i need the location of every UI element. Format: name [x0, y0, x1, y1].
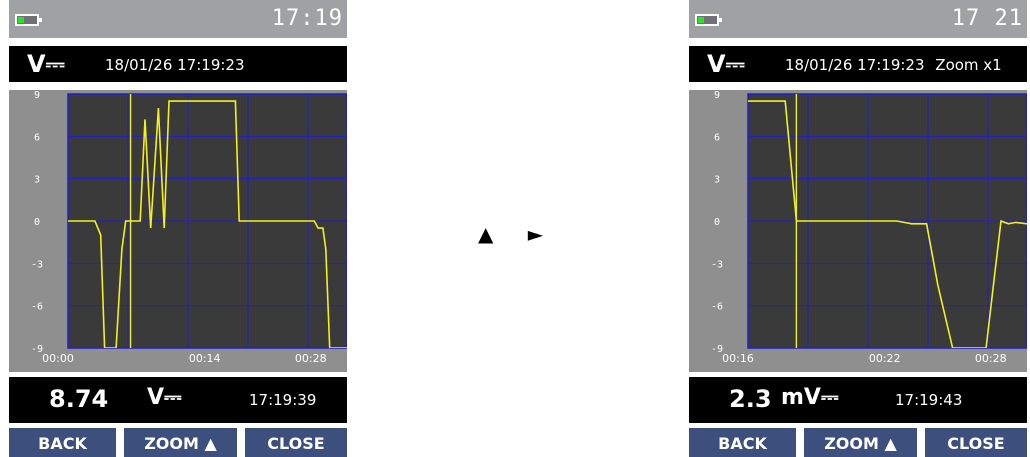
y-tick-label: -6 — [31, 302, 43, 313]
timestamp-text: 18/01/26 17:19:23 — [785, 56, 925, 74]
measurement-header: V⎓ 18/01/26 17:19:23 Zoom x1 — [689, 46, 1027, 82]
trend-chart-svg[interactable]: 9630-3-6-900:00 00:14 00:28 — [9, 90, 347, 372]
y-tick-label: 0 — [34, 217, 40, 228]
close-button[interactable]: CLOSE — [925, 428, 1027, 457]
cursor-readout: 8.74 V⎓ 17:19:39 — [9, 377, 347, 423]
close-button[interactable]: CLOSE — [245, 428, 347, 457]
record-timestamp: 18/01/26 17:19:23 Zoom x1 — [785, 56, 1002, 74]
status-clock: 17 21 — [951, 6, 1023, 31]
zoom-button[interactable]: ZOOM ▲ — [124, 428, 237, 457]
y-tick-label: -3 — [711, 259, 723, 270]
meter-screen-left: 17:19 V⎓ 18/01/26 17:19:23 9 6 3 0 -3 -6 -9 00:… — [9, 0, 347, 457]
trend-plot[interactable]: 9 6 3 0 -3 -6 -9 00:16 00:22 00:28 — [689, 90, 1027, 372]
status-clock: 17:19 — [271, 6, 343, 31]
trend-chart-svg[interactable]: 9630-3-6-900:16 00:22 00:28 — [689, 90, 1027, 372]
readout-unit: V⎓ — [147, 385, 182, 410]
y-tick-label: 9 — [34, 90, 40, 101]
dc-voltage-mode-icon: V⎓ — [27, 50, 65, 78]
record-timestamp: 18/01/26 17:19:23 — [105, 56, 245, 74]
x-tick-label: 00:14 — [189, 352, 221, 365]
y-tick-label: 3 — [34, 175, 40, 186]
y-tick-label: 3 — [714, 175, 720, 186]
battery-icon — [695, 14, 722, 26]
navigation-arrows: ▲ ► — [478, 222, 558, 246]
trend-plot[interactable]: 9 6 3 0 -3 -6 -9 00:00 00:14 00:28 — [9, 90, 347, 372]
status-bar: 17 21 — [689, 0, 1027, 38]
x-tick-label: 00:16 — [722, 352, 754, 365]
battery-icon — [15, 14, 42, 26]
back-button[interactable]: BACK — [9, 428, 116, 457]
readout-time: 17:19:39 — [249, 391, 317, 409]
y-tick-label: 0 — [714, 217, 720, 228]
measurement-header: V⎓ 18/01/26 17:19:23 — [9, 46, 347, 82]
x-tick-label: 00:28 — [975, 352, 1007, 365]
dc-voltage-mode-icon: V⎓ — [707, 50, 745, 78]
zoom-level: Zoom x1 — [935, 56, 1002, 74]
x-tick-label: 00:22 — [869, 352, 901, 365]
x-tick-label: 00:00 — [42, 352, 74, 365]
y-tick-label: 6 — [34, 132, 40, 143]
cursor-readout: 2.3 mV⎓ 17:19:43 — [689, 377, 1027, 423]
y-tick-label: -6 — [711, 302, 723, 313]
y-tick-label: 9 — [714, 90, 720, 101]
x-tick-label: 00:28 — [295, 352, 327, 365]
y-tick-label: 6 — [714, 132, 720, 143]
back-button[interactable]: BACK — [689, 428, 796, 457]
readout-time: 17:19:43 — [895, 391, 963, 409]
meter-screen-right: 17 21 V⎓ 18/01/26 17:19:23 Zoom x1 9 6 3 0 -… — [689, 0, 1027, 457]
y-tick-label: -3 — [31, 259, 43, 270]
readout-value: 2.3 — [729, 385, 772, 413]
zoom-button[interactable]: ZOOM ▲ — [804, 428, 917, 457]
readout-unit: mV⎓ — [781, 385, 839, 410]
status-bar: 17:19 — [9, 0, 347, 38]
readout-value: 8.74 — [49, 385, 109, 413]
